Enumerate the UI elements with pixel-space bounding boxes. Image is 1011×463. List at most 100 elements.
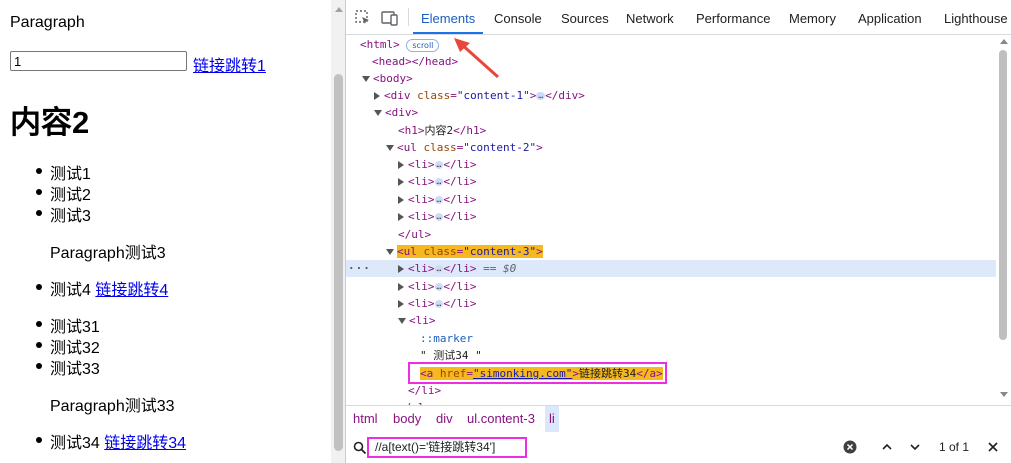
- breadcrumb: html body div ul.content-3 li: [346, 405, 1011, 433]
- toolbar-divider: [408, 8, 409, 26]
- expand-triangle-icon[interactable]: [386, 145, 394, 151]
- expand-triangle-icon[interactable]: [386, 249, 394, 255]
- tag-li-close: </li>: [443, 262, 477, 275]
- list-item: 测试3: [36, 202, 91, 226]
- list-item-label: 测试34: [50, 435, 105, 452]
- scroll-badge[interactable]: scroll: [406, 38, 440, 52]
- collapse-triangle-icon[interactable]: [398, 213, 404, 221]
- attr-name: class: [417, 89, 451, 102]
- tab-console[interactable]: Console: [494, 0, 542, 33]
- attr-value: "content-1": [456, 89, 530, 102]
- ellipsis-badge[interactable]: …: [536, 92, 546, 100]
- page-scrollbar[interactable]: [331, 0, 345, 463]
- collapse-triangle-icon[interactable]: [398, 161, 404, 169]
- scrollbar-thumb[interactable]: [334, 74, 343, 451]
- collapse-triangle-icon[interactable]: [398, 300, 404, 308]
- dom-tree[interactable]: <html> scroll <head></head> <body> <div …: [346, 35, 996, 405]
- dom-node-div-content1[interactable]: <div class="content-1">… </div>: [346, 87, 996, 104]
- collapse-triangle-icon[interactable]: [398, 196, 404, 204]
- content-heading: 内容2: [10, 105, 90, 140]
- dom-node-ul-content2[interactable]: <ul class="content-2">: [346, 139, 996, 156]
- breadcrumb-body[interactable]: body: [393, 406, 421, 432]
- dom-node-h1[interactable]: <h1>内容2</h1>: [346, 122, 996, 139]
- scroll-up-icon[interactable]: [1000, 39, 1008, 44]
- ellipsis-badge[interactable]: …: [434, 178, 444, 186]
- tag-html: <html>: [360, 38, 400, 51]
- dom-node-li[interactable]: <li>… </li>: [346, 295, 996, 312]
- dom-node-li-close[interactable]: </li>: [346, 382, 996, 399]
- device-toolbar-icon[interactable]: [381, 9, 399, 27]
- dom-node-html[interactable]: <html> scroll: [346, 36, 996, 53]
- dom-node-li-selected[interactable]: ··· <li>… </li> == $0: [346, 260, 996, 277]
- dom-scrollbar[interactable]: [996, 35, 1011, 405]
- ellipsis-badge[interactable]: …: [434, 213, 444, 221]
- tag-li-close: </li>: [443, 280, 477, 293]
- collapse-triangle-icon[interactable]: [398, 283, 404, 291]
- dom-node-head[interactable]: <head></head>: [346, 53, 996, 70]
- match-count: 1 of 1: [939, 440, 970, 454]
- tab-memory[interactable]: Memory: [789, 0, 836, 33]
- dom-node-li[interactable]: <li>… </li>: [346, 173, 996, 190]
- breadcrumb-div[interactable]: div: [436, 406, 453, 432]
- ellipsis-badge[interactable]: …: [434, 265, 444, 273]
- previous-match-icon[interactable]: [881, 441, 893, 453]
- tab-lighthouse[interactable]: Lighthouse: [944, 0, 1008, 33]
- list-item: 测试4 链接跳转4: [35, 276, 168, 300]
- collapse-triangle-icon[interactable]: [398, 178, 404, 186]
- dom-node-div[interactable]: <div>: [346, 104, 996, 121]
- ellipsis-badge[interactable]: …: [434, 161, 444, 169]
- expand-triangle-icon[interactable]: [398, 318, 406, 324]
- inspect-element-icon[interactable]: [354, 9, 372, 27]
- more-actions-icon[interactable]: ···: [348, 260, 371, 277]
- tab-elements[interactable]: Elements: [412, 0, 484, 34]
- ellipsis-badge[interactable]: …: [434, 300, 444, 308]
- tab-application[interactable]: Application: [858, 0, 922, 33]
- tab-sources[interactable]: Sources: [561, 0, 609, 33]
- ellipsis-badge[interactable]: …: [434, 283, 444, 291]
- text-input[interactable]: [10, 51, 187, 71]
- dom-node-li[interactable]: <li>… </li>: [346, 156, 996, 173]
- dom-node-marker[interactable]: ::marker: [346, 330, 996, 347]
- tag-li: <li>: [408, 193, 435, 206]
- tag-li: <li>: [408, 262, 435, 275]
- breadcrumb-ul[interactable]: ul.content-3: [467, 406, 535, 432]
- link-1[interactable]: 链接跳转1: [193, 52, 266, 76]
- dom-node-li[interactable]: <li>… </li>: [346, 191, 996, 208]
- dom-node-body[interactable]: <body>: [346, 70, 996, 87]
- page-viewport: Paragraph 链接跳转1 内容2 测试1 测试2 测试3 Paragrap…: [0, 0, 346, 463]
- pseudo-marker: ::marker: [420, 332, 473, 345]
- link-4[interactable]: 链接跳转4: [95, 282, 168, 299]
- selected-node-ref: == $0: [483, 262, 517, 275]
- dom-node-ul-close[interactable]: </ul>: [346, 226, 996, 243]
- next-match-icon[interactable]: [909, 441, 921, 453]
- collapse-triangle-icon[interactable]: [374, 92, 380, 100]
- devtools-toolbar: Elements Console Sources Network Perform…: [346, 0, 1011, 35]
- list-item: 测试34 链接跳转34: [35, 429, 186, 453]
- dom-node-ul-content3[interactable]: <ul class="content-3">: [346, 243, 996, 260]
- tag-li: <li>: [408, 158, 435, 171]
- dom-node-li-expanded[interactable]: <li>: [346, 312, 996, 329]
- paragraph-text: Paragraph: [10, 14, 85, 31]
- scroll-down-icon[interactable]: [1000, 392, 1008, 397]
- search-bar: //a[text()='链接跳转34'] 1 of 1: [346, 432, 1011, 463]
- tag-li: <li>: [408, 280, 435, 293]
- list-item: 测试33: [36, 355, 100, 379]
- dom-node-li[interactable]: <li>… </li>: [346, 278, 996, 295]
- devtools-panel: Elements Console Sources Network Perform…: [346, 0, 1011, 463]
- scroll-up-icon[interactable]: [335, 7, 343, 12]
- search-input[interactable]: //a[text()='链接跳转34']: [367, 437, 527, 458]
- scrollbar-thumb[interactable]: [999, 50, 1007, 340]
- dom-node-li[interactable]: <li>… </li>: [346, 208, 996, 225]
- tab-performance[interactable]: Performance: [696, 0, 770, 33]
- breadcrumb-html[interactable]: html: [353, 406, 378, 432]
- expand-triangle-icon[interactable]: [374, 110, 382, 116]
- breadcrumb-li[interactable]: li: [545, 406, 559, 432]
- ellipsis-badge[interactable]: …: [434, 196, 444, 204]
- clear-search-icon[interactable]: [843, 440, 857, 454]
- close-search-icon[interactable]: [987, 441, 999, 453]
- tab-network[interactable]: Network: [626, 0, 674, 33]
- tag-li: <li>: [408, 175, 435, 188]
- collapse-triangle-icon[interactable]: [398, 265, 404, 273]
- expand-triangle-icon[interactable]: [362, 76, 370, 82]
- link-34[interactable]: 链接跳转34: [104, 435, 186, 452]
